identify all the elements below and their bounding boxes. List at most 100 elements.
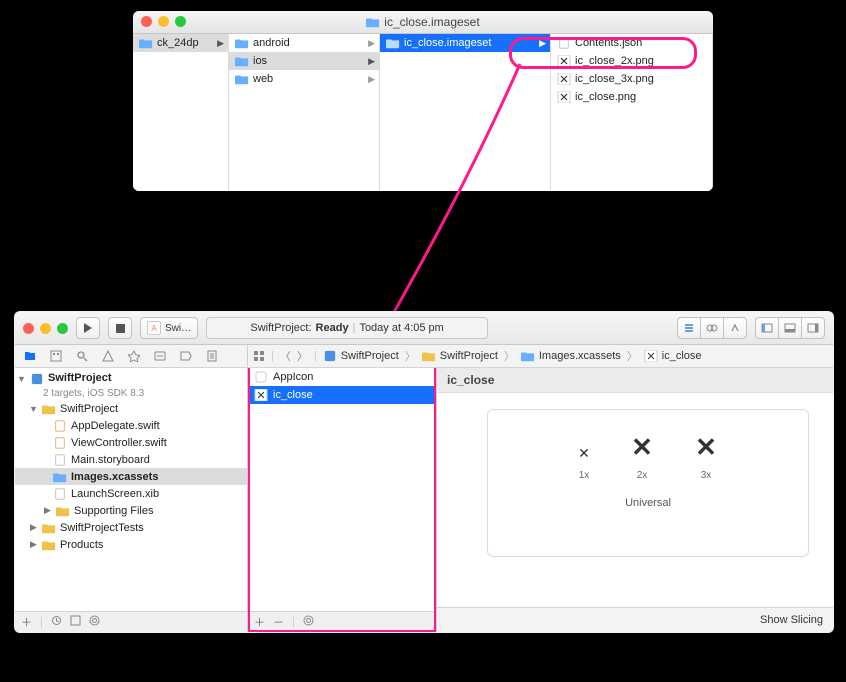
jump-segment-imageset[interactable]: ic_close — [644, 350, 702, 362]
remove-asset-button[interactable]: － — [273, 614, 284, 630]
finder-item-web[interactable]: web ▶ — [229, 70, 379, 88]
navigator-footer[interactable]: ＋ | — [15, 611, 247, 632]
assets-footer[interactable]: ＋ － | — [248, 611, 436, 632]
asset-appicon[interactable]: AppIcon — [248, 368, 436, 386]
jump-segment-project[interactable]: SwiftProject — [323, 350, 399, 362]
breakpoint-navigator-tab[interactable] — [179, 350, 193, 362]
tree-folder-tests[interactable]: ▶ SwiftProjectTests — [15, 519, 247, 536]
finder-file-2x[interactable]: ic_close_2x.png — [551, 52, 712, 70]
finder-file-1x[interactable]: ic_close.png — [551, 88, 712, 106]
finder-file-3x[interactable]: ic_close_3x.png — [551, 70, 712, 88]
tree-file-assets[interactable]: Images.xcassets — [15, 468, 247, 485]
debug-navigator-tab[interactable] — [153, 350, 167, 362]
asset-label: ic_close — [273, 389, 313, 401]
finder-titlebar[interactable]: ic_close.imageset — [133, 11, 713, 34]
zoom-button[interactable] — [57, 323, 68, 334]
assets-icon — [521, 350, 535, 362]
tree-label: Images.xcassets — [71, 471, 158, 483]
disclosure-triangle[interactable]: ▼ — [29, 404, 38, 414]
jump-segment-assets[interactable]: Images.xcassets — [521, 350, 621, 362]
chevron-right-icon: ▶ — [368, 74, 375, 85]
finder-item-ck24dp[interactable]: ck_24dp ▶ — [133, 34, 228, 52]
show-slicing-button[interactable]: Show Slicing — [760, 614, 823, 626]
project-icon — [30, 373, 44, 385]
minimize-button[interactable] — [40, 323, 51, 334]
close-button[interactable] — [23, 323, 34, 334]
finder-column-0[interactable]: ck_24dp ▶ — [133, 34, 229, 191]
editor-mode-segment[interactable] — [677, 317, 747, 339]
storyboard-icon — [53, 454, 67, 466]
finder-item-ios[interactable]: ios ▶ — [229, 52, 379, 70]
stop-button[interactable] — [108, 317, 132, 339]
filter-scm-icon[interactable] — [70, 615, 81, 629]
tree-file-storyboard[interactable]: Main.storyboard — [15, 451, 247, 468]
tree-label: AppDelegate.swift — [71, 420, 160, 432]
close-button[interactable] — [141, 16, 152, 27]
jump-back-button[interactable]: 〈 — [280, 348, 291, 364]
file-icon — [557, 37, 571, 49]
test-navigator-tab[interactable] — [127, 350, 141, 362]
panel-visibility-segment[interactable] — [755, 317, 825, 339]
finder-columns: ck_24dp ▶ android ▶ ios ▶ web ▶ — [133, 34, 713, 191]
universal-label: Universal — [625, 497, 671, 509]
disclosure-triangle[interactable]: ▶ — [29, 539, 38, 550]
finder-item-imageset[interactable]: ic_close.imageset ▶ — [380, 34, 550, 52]
imageset-icon — [644, 350, 658, 362]
disclosure-triangle[interactable]: ▶ — [43, 505, 52, 516]
add-asset-button[interactable]: ＋ — [254, 614, 265, 630]
assets-outline[interactable]: AppIcon ic_close ＋ － | — [248, 368, 437, 632]
tree-label: SwiftProjectTests — [60, 522, 144, 534]
project-tree[interactable]: ▼ SwiftProject 2 targets, iOS SDK 8.3 ▼ … — [15, 368, 247, 611]
well-1x[interactable]: ✕ 1x — [573, 442, 595, 481]
run-button[interactable] — [76, 317, 100, 339]
filter-target-icon[interactable] — [89, 615, 100, 629]
navigator-tabs[interactable] — [15, 345, 247, 368]
minimize-button[interactable] — [158, 16, 169, 27]
finder-traffic-lights[interactable] — [141, 16, 186, 27]
disclosure-triangle[interactable]: ▼ — [17, 374, 26, 384]
tree-file-appdelegate[interactable]: AppDelegate.swift — [15, 417, 247, 434]
jump-segment-folder[interactable]: SwiftProject — [422, 350, 498, 362]
xcode-traffic-lights[interactable] — [23, 323, 68, 334]
tree-file-launchscreen[interactable]: LaunchScreen.xib — [15, 485, 247, 502]
filter-recent-icon[interactable] — [51, 615, 62, 629]
finder-item-android[interactable]: android ▶ — [229, 34, 379, 52]
tree-folder-products[interactable]: ▶ Products — [15, 536, 247, 553]
version-editor-button[interactable] — [723, 317, 747, 339]
finder-column-2[interactable]: ic_close.imageset ▶ — [380, 34, 551, 191]
finder-column-1[interactable]: android ▶ ios ▶ web ▶ — [229, 34, 380, 191]
tree-folder-swiftproject[interactable]: ▼ SwiftProject — [15, 400, 247, 417]
filter-target-icon[interactable] — [303, 615, 314, 629]
issue-navigator-tab[interactable] — [101, 350, 115, 362]
add-button[interactable]: ＋ — [21, 614, 32, 630]
zoom-button[interactable] — [175, 16, 186, 27]
toggle-utilities-button[interactable] — [801, 317, 825, 339]
toggle-navigator-button[interactable] — [755, 317, 778, 339]
finder-title-text: ic_close.imageset — [384, 15, 479, 29]
tree-project-root[interactable]: ▼ SwiftProject — [15, 370, 247, 387]
well-3x[interactable]: ✕ 3x — [689, 430, 723, 481]
detail-footer: Show Slicing — [437, 607, 833, 632]
jump-bar[interactable]: | 〈 〉 | SwiftProject 〉 SwiftProject 〉 Im… — [248, 345, 833, 368]
folder-icon — [386, 37, 400, 49]
disclosure-triangle[interactable]: ▶ — [29, 522, 38, 533]
standard-editor-button[interactable] — [677, 317, 700, 339]
grid-icon[interactable] — [254, 351, 265, 362]
tree-file-viewcontroller[interactable]: ViewController.swift — [15, 434, 247, 451]
jump-forward-button[interactable]: 〉 — [297, 348, 308, 364]
finder-column-3[interactable]: Contents.json ic_close_2x.png ic_close_3… — [551, 34, 713, 191]
well-label: 2x — [637, 470, 648, 481]
assistant-editor-button[interactable] — [700, 317, 723, 339]
finder-file-contents[interactable]: Contents.json — [551, 34, 712, 52]
report-navigator-tab[interactable] — [205, 350, 219, 362]
image-wells: ✕ 1x ✕ 2x ✕ 3x — [487, 409, 809, 557]
symbol-navigator-tab[interactable] — [49, 350, 63, 362]
search-navigator-tab[interactable] — [75, 350, 89, 362]
asset-icclose[interactable]: ic_close — [248, 386, 436, 404]
toggle-debug-button[interactable] — [778, 317, 801, 339]
well-2x[interactable]: ✕ 2x — [625, 430, 659, 481]
scheme-selector[interactable]: A Swi… — [140, 317, 198, 339]
project-navigator-tab[interactable] — [23, 350, 37, 362]
scheme-text: Swi… — [165, 323, 191, 334]
tree-folder-supporting[interactable]: ▶ Supporting Files — [15, 502, 247, 519]
